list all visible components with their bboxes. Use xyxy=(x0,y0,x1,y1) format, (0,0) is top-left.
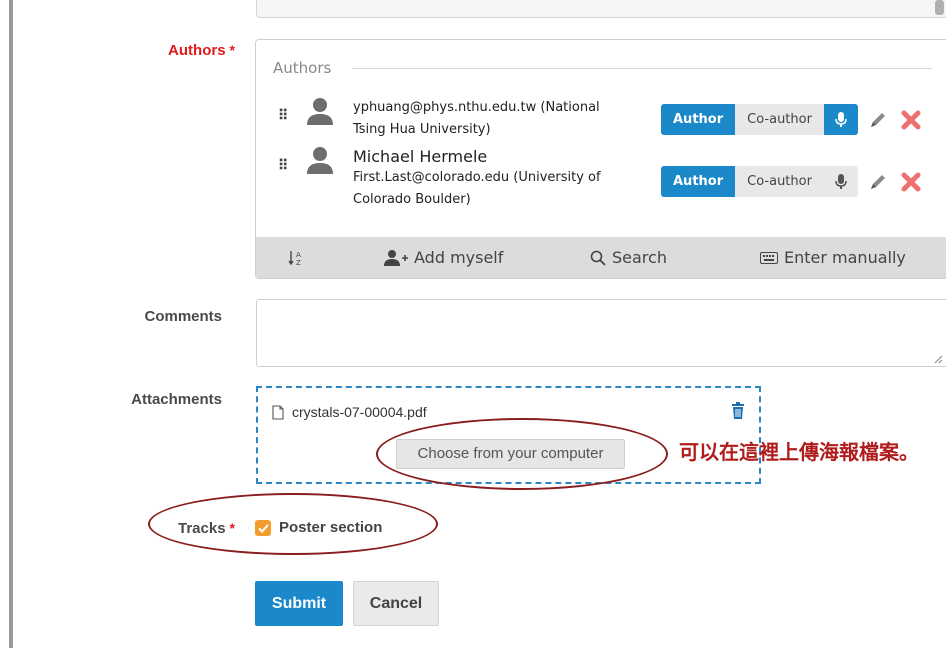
annotation-note: 可以在這裡上傳海報檔案。 xyxy=(679,440,919,464)
submit-button[interactable]: Submit xyxy=(255,581,343,626)
remove-author-icon[interactable] xyxy=(900,171,922,193)
annotation-ellipse-upload xyxy=(376,418,668,490)
author-role-button[interactable]: Author xyxy=(661,166,736,197)
sort-alpha-icon: A Z xyxy=(288,250,301,267)
add-myself-label: Add myself xyxy=(414,248,504,267)
author-email: yphuang@phys.nthu.edu.tw (National xyxy=(353,100,600,115)
cancel-button[interactable]: Cancel xyxy=(353,581,439,626)
microphone-icon xyxy=(835,111,847,127)
author-affiliation: Tsing Hua University) xyxy=(353,122,491,137)
enter-manually-button[interactable]: Enter manually xyxy=(760,237,906,278)
legend-divider xyxy=(352,68,932,69)
page-left-border xyxy=(9,0,13,648)
author-role-toggle: Author Co-author xyxy=(661,166,858,197)
comments-label: Comments xyxy=(144,308,222,325)
attached-file: crystals-07-00004.pdf xyxy=(272,404,427,420)
author-affiliation: Colorado Boulder) xyxy=(353,192,471,207)
authors-label-text: Authors xyxy=(168,42,226,59)
trash-icon[interactable] xyxy=(730,402,746,420)
author-email: First.Last@colorado.edu (University of xyxy=(353,170,601,185)
add-myself-button[interactable]: Add myself xyxy=(384,237,503,278)
resize-grip-icon[interactable] xyxy=(933,354,943,364)
author-toolbar: A Z Add myself Search Enter manually xyxy=(256,237,946,278)
drag-handle-icon[interactable]: ⠿ xyxy=(278,107,288,124)
keyboard-icon xyxy=(760,251,778,264)
drag-handle-icon[interactable]: ⠿ xyxy=(278,157,288,174)
author-details: Michael Hermele First.Last@colorado.edu … xyxy=(353,147,638,211)
add-user-icon xyxy=(384,249,408,266)
avatar-icon xyxy=(307,147,333,174)
search-icon xyxy=(590,250,606,266)
sort-button[interactable]: A Z xyxy=(288,237,302,278)
speaker-toggle-button[interactable] xyxy=(823,104,858,135)
authors-legend: Authors xyxy=(273,59,332,77)
speaker-toggle-button[interactable] xyxy=(823,166,858,197)
author-role-toggle: Author Co-author xyxy=(661,104,858,135)
svg-text:Z: Z xyxy=(296,259,301,267)
coauthor-role-button[interactable]: Co-author xyxy=(735,104,824,135)
avatar-icon xyxy=(307,98,333,125)
previous-field-box[interactable] xyxy=(256,0,946,18)
search-label: Search xyxy=(612,248,667,267)
edit-pencil-icon[interactable] xyxy=(868,110,888,130)
author-name: Michael Hermele xyxy=(353,147,488,166)
edit-pencil-icon[interactable] xyxy=(868,172,888,192)
search-author-button[interactable]: Search xyxy=(590,237,667,278)
attachments-label: Attachments xyxy=(131,391,222,408)
scrollbar-thumb[interactable] xyxy=(935,0,944,15)
authors-field: Authors ⠿ yphuang@phys.nthu.edu.tw (Nati… xyxy=(255,39,946,279)
remove-author-icon[interactable] xyxy=(900,109,922,131)
author-role-button[interactable]: Author xyxy=(661,104,736,135)
comments-textarea[interactable] xyxy=(256,299,946,367)
svg-text:A: A xyxy=(296,251,301,259)
microphone-icon xyxy=(835,173,847,189)
authors-label: Authors * xyxy=(150,42,235,59)
file-name: crystals-07-00004.pdf xyxy=(292,404,427,420)
required-star: * xyxy=(229,42,235,58)
coauthor-role-button[interactable]: Co-author xyxy=(735,166,824,197)
file-icon xyxy=(272,404,284,420)
enter-manually-label: Enter manually xyxy=(784,248,906,267)
author-details: yphuang@phys.nthu.edu.tw (National Tsing… xyxy=(353,97,638,141)
annotation-ellipse-tracks xyxy=(148,493,438,555)
